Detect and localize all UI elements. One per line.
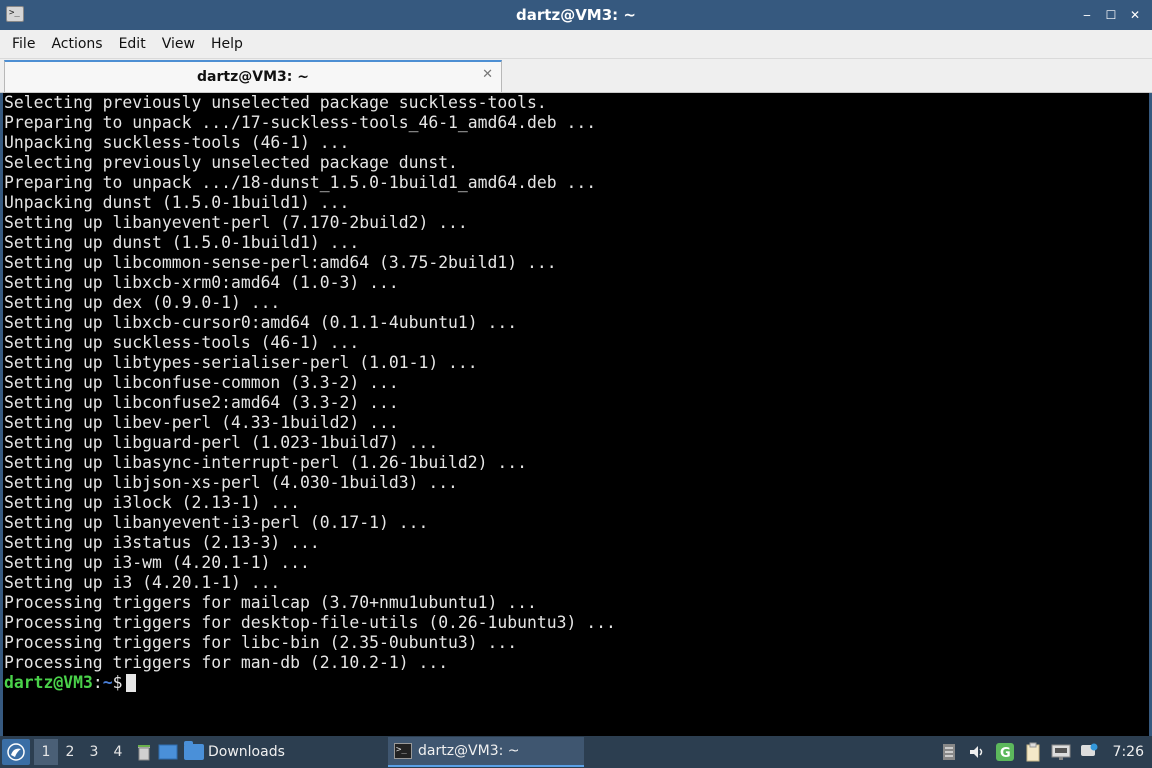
folder-icon: [184, 741, 204, 760]
prompt-symbol: $: [112, 673, 123, 692]
terminal-line: Preparing to unpack .../17-suckless-tool…: [4, 113, 597, 132]
tab-terminal[interactable]: dartz@VM3: ~ ✕: [4, 60, 502, 92]
terminal-line: Setting up libconfuse2:amd64 (3.3-2) ...: [4, 393, 399, 412]
menu-actions[interactable]: Actions: [43, 32, 110, 56]
clipboard-icon[interactable]: [1023, 742, 1043, 762]
terminal-line: Setting up libasync-interrupt-perl (1.26…: [4, 453, 528, 472]
terminal-line: Setting up libcommon-sense-perl:amd64 (3…: [4, 253, 557, 272]
close-button[interactable]: ✕: [1126, 6, 1144, 24]
terminal-line: Setting up i3status (2.13-3) ...: [4, 533, 320, 552]
terminal-line: Setting up i3 (4.20.1-1) ...: [4, 573, 281, 592]
taskbar-downloads-label: Downloads: [208, 744, 285, 760]
terminal-line: Setting up libanyevent-i3-perl (0.17-1) …: [4, 513, 429, 532]
window-controls: ‒ ☐ ✕: [1078, 6, 1144, 24]
taskbar-terminal-label: dartz@VM3: ~: [418, 743, 520, 759]
taskbar: 1 2 3 4 Downloads >_ dartz@VM3: ~ G 7:26: [0, 736, 1152, 768]
terminal-line: Processing triggers for libc-bin (2.35-0…: [4, 633, 518, 652]
taskbar-downloads[interactable]: Downloads: [184, 737, 374, 767]
volume-icon[interactable]: [967, 742, 987, 762]
show-desktop-icon[interactable]: [158, 742, 178, 762]
terminal-line: Setting up suckless-tools (46-1) ...: [4, 333, 360, 352]
workspace-2[interactable]: 2: [58, 739, 82, 765]
window-titlebar: >_ dartz@VM3: ~ ‒ ☐ ✕: [0, 0, 1152, 30]
clock[interactable]: 7:26: [1113, 744, 1144, 760]
terminal-line: Setting up libtypes-serialiser-perl (1.0…: [4, 353, 478, 372]
terminal-line: Preparing to unpack .../18-dunst_1.5.0-1…: [4, 173, 597, 192]
minimize-button[interactable]: ‒: [1078, 6, 1096, 24]
terminal-output[interactable]: Selecting previously unselected package …: [0, 93, 1152, 736]
tab-bar: dartz@VM3: ~ ✕: [0, 59, 1152, 93]
trash-icon[interactable]: [134, 742, 154, 762]
tab-label: dartz@VM3: ~: [197, 69, 309, 85]
terminal-line: Processing triggers for mailcap (3.70+nm…: [4, 593, 537, 612]
network-icon[interactable]: [1051, 742, 1071, 762]
terminal-line: Setting up i3-wm (4.20.1-1) ...: [4, 553, 310, 572]
menu-view[interactable]: View: [154, 32, 203, 56]
prompt-path: ~: [102, 673, 113, 692]
terminal-line: Unpacking suckless-tools (46-1) ...: [4, 133, 350, 152]
terminal-line: Setting up libjson-xs-perl (4.030-1build…: [4, 473, 458, 492]
terminal-line: Setting up libanyevent-perl (7.170-2buil…: [4, 213, 468, 232]
terminal-cursor: [126, 674, 137, 692]
workspace-4[interactable]: 4: [106, 739, 130, 765]
start-menu-button[interactable]: [2, 739, 30, 765]
notification-icon[interactable]: [1079, 742, 1099, 762]
prompt-colon: :: [92, 673, 103, 692]
terminal-lines: Selecting previously unselected package …: [4, 93, 1149, 673]
svg-text:G: G: [1000, 746, 1011, 761]
tab-close-button[interactable]: ✕: [482, 67, 493, 82]
terminal-line: Setting up libguard-perl (1.023-1build7)…: [4, 433, 439, 452]
terminal-line: Processing triggers for desktop-file-uti…: [4, 613, 616, 632]
terminal-icon: >_: [394, 743, 412, 759]
menu-file[interactable]: File: [4, 32, 43, 56]
terminal-line: Setting up dex (0.9.0-1) ...: [4, 293, 281, 312]
terminal-line: Setting up libxcb-xrm0:amd64 (1.0-3) ...: [4, 273, 399, 292]
terminal-line: Setting up libconfuse-common (3.3-2) ...: [4, 373, 399, 392]
terminal-app-icon[interactable]: >_: [6, 6, 24, 22]
lubuntu-logo-icon: [7, 743, 25, 761]
terminal-line: Setting up dunst (1.5.0-1build1) ...: [4, 233, 360, 252]
guake-icon[interactable]: G: [995, 742, 1015, 762]
taskbar-terminal[interactable]: >_ dartz@VM3: ~: [388, 737, 584, 767]
window-title: dartz@VM3: ~: [516, 6, 636, 24]
menu-bar: File Actions Edit View Help: [0, 30, 1152, 59]
terminal-line: Selecting previously unselected package …: [4, 153, 458, 172]
terminal-line: Setting up libxcb-cursor0:amd64 (0.1.1-4…: [4, 313, 518, 332]
terminal-line: Selecting previously unselected package …: [4, 93, 547, 112]
system-tray: G 7:26: [939, 736, 1152, 768]
workspace-3[interactable]: 3: [82, 739, 106, 765]
updates-icon[interactable]: [939, 742, 959, 762]
menu-edit[interactable]: Edit: [111, 32, 154, 56]
terminal-prompt[interactable]: dartz@VM3: ~ $: [4, 673, 1149, 693]
terminal-line: Setting up i3lock (2.13-1) ...: [4, 493, 301, 512]
workspace-1[interactable]: 1: [34, 739, 58, 765]
menu-help[interactable]: Help: [203, 32, 251, 56]
maximize-button[interactable]: ☐: [1102, 6, 1120, 24]
terminal-line: Processing triggers for man-db (2.10.2-1…: [4, 653, 449, 672]
prompt-user-host: dartz@VM3: [4, 673, 93, 692]
terminal-line: Setting up libev-perl (4.33-1build2) ...: [4, 413, 399, 432]
terminal-line: Unpacking dunst (1.5.0-1build1) ...: [4, 193, 350, 212]
